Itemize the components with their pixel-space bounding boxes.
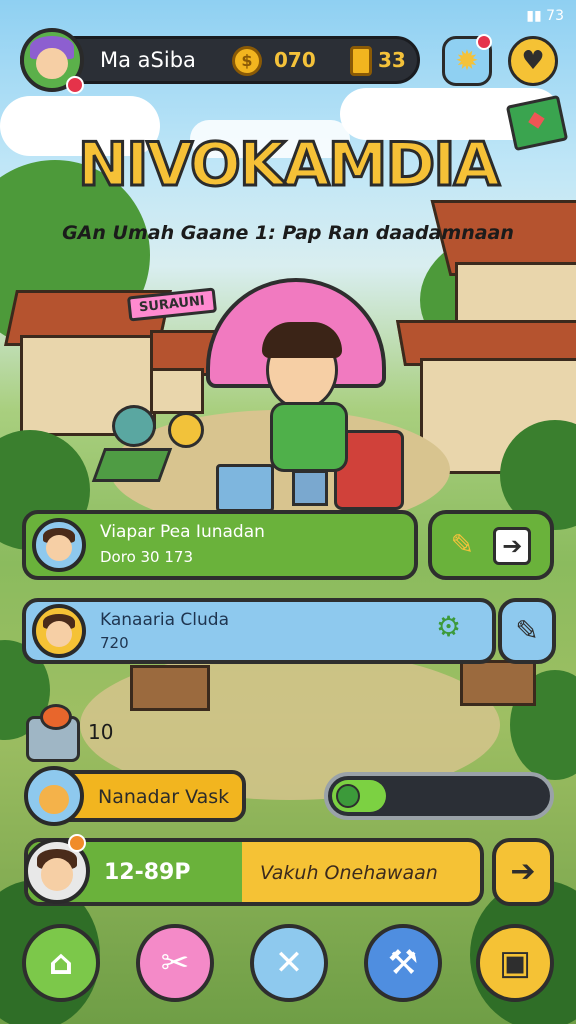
gold-count: 33: [378, 48, 406, 72]
map-button[interactable]: ▣: [476, 924, 554, 1002]
shop-icon: ♥: [521, 46, 545, 76]
house: [150, 368, 204, 414]
avatar-face: [40, 858, 74, 891]
map-icon: ▣: [498, 943, 532, 983]
task-label: Nanadar Vask: [98, 786, 230, 808]
blue-stone-prop[interactable]: [112, 405, 156, 447]
gear-icon: ⚙: [436, 610, 462, 643]
tools-icon: ✎: [450, 528, 475, 561]
home-icon: ⌂: [48, 943, 74, 983]
signal-icon: ▮▮: [526, 8, 542, 24]
quest-avatar: [32, 518, 86, 572]
gold-bar-icon: [350, 46, 372, 76]
yellow-creature[interactable]: [168, 412, 204, 448]
signal-value: 73: [546, 8, 564, 24]
shop-button[interactable]: ♥: [508, 36, 558, 86]
go-button[interactable]: ➔: [492, 838, 554, 906]
build-button[interactable]: ⚒: [364, 924, 442, 1002]
portrait-badge: [68, 834, 86, 852]
character-legs: [292, 470, 328, 506]
quest-detail: 720: [100, 634, 129, 652]
coin-icon: $: [232, 46, 262, 76]
avatar-face: [39, 784, 69, 814]
game-title: NIVOKAMDIA: [76, 129, 501, 202]
game-subtitle: GAn Umah Gaane 1: Pap Ran daadamnaan: [62, 222, 514, 244]
arrow-right-icon: ➔: [510, 854, 536, 889]
quest-card-1[interactable]: Viapar Pea Iunadan Doro 30 173: [22, 510, 418, 580]
avatar-face: [36, 47, 68, 80]
score-panel: 12-89P Vakuh Onehawaan: [24, 838, 484, 906]
quest-name: Kanaaria Cluda: [100, 610, 229, 630]
avatar-face: [46, 534, 72, 561]
blue-basket-prop[interactable]: [216, 464, 274, 512]
status-signal: ▮▮ 73: [526, 8, 564, 24]
wooden-bench: [130, 665, 210, 711]
quest-card-2[interactable]: Kanaaria Cluda 720 ⚙: [22, 598, 496, 664]
score-value: 12-89P: [104, 860, 191, 885]
player-name: Ma aSiba: [100, 48, 196, 72]
quest-avatar: [32, 604, 86, 658]
build-icon: ⚒: [387, 943, 419, 983]
task-progress-bar: [324, 772, 554, 820]
craft-button[interactable]: ✂: [136, 924, 214, 1002]
inventory-count: 10: [88, 720, 114, 744]
task-avatar: [24, 766, 84, 826]
wooden-bench: [460, 660, 536, 706]
gear-icon: ✹: [455, 44, 479, 77]
arrow-right-icon: ➔: [493, 527, 532, 565]
notification-dot: [66, 76, 84, 94]
quest-detail: Doro 30 173: [100, 548, 193, 566]
tools-icon: ✎: [515, 614, 539, 647]
close-icon: ✕: [274, 943, 304, 983]
avatar-face: [46, 620, 72, 647]
character-body[interactable]: [270, 402, 348, 472]
quest-tool-button[interactable]: ✎: [498, 598, 556, 664]
coin-count: 070: [274, 48, 316, 72]
fruit-icon: [40, 704, 72, 730]
close-button[interactable]: ✕: [250, 924, 328, 1002]
quest-action-button[interactable]: ✎ ➔: [428, 510, 554, 580]
green-crate-prop[interactable]: [91, 448, 173, 482]
action-label[interactable]: Vakuh Onehawaan: [260, 862, 438, 884]
check-icon: [336, 784, 360, 808]
quest-name: Viapar Pea Iunadan: [100, 522, 265, 542]
crossed-tools-icon: ✂: [160, 943, 190, 983]
settings-badge: [476, 34, 492, 50]
home-button[interactable]: ⌂: [22, 924, 100, 1002]
character-hair: [262, 322, 342, 358]
